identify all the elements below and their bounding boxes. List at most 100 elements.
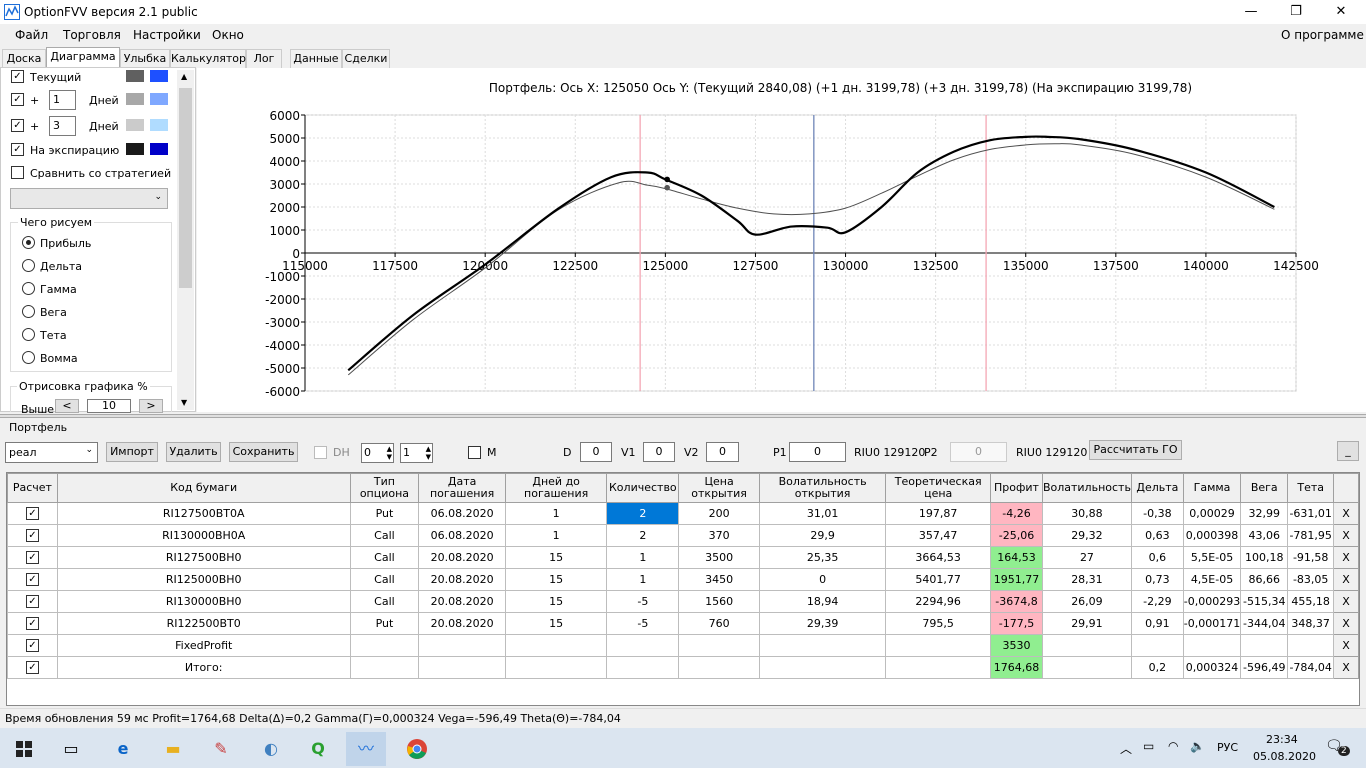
current-color-swatch[interactable] xyxy=(126,70,144,82)
left-panel-scrollbar[interactable]: ▲ ▼ xyxy=(177,70,194,410)
table-cell[interactable]: 29,9 xyxy=(758,524,887,547)
table-cell[interactable]: 795,5 xyxy=(885,612,992,635)
table-cell[interactable]: 32,99 xyxy=(1240,502,1289,525)
table-row[interactable]: ✓ RI130000BH0A Call 06.08.2020 1 2 370 29,9 357,… xyxy=(7,524,1359,547)
table-cell[interactable]: 0,000398 xyxy=(1182,524,1242,547)
days1-color-swatch[interactable] xyxy=(126,93,144,105)
table-cell[interactable]: 3500 xyxy=(678,546,760,569)
table-cell[interactable]: 1 xyxy=(606,546,680,569)
menu-trade[interactable]: Торговля xyxy=(63,28,121,42)
scrollbar-thumb[interactable] xyxy=(179,88,192,288)
spinner-icon[interactable]: ▲ ▼ xyxy=(387,445,392,461)
table-cell[interactable]: 3450 xyxy=(678,568,760,591)
table-cell[interactable]: -631,01 xyxy=(1287,502,1335,525)
radio-profit[interactable] xyxy=(22,236,35,249)
table-cell[interactable]: 06.08.2020 xyxy=(418,502,506,525)
table-cell[interactable]: 100,18 xyxy=(1240,546,1289,569)
table-cell[interactable]: RI125000BH0 xyxy=(56,568,351,591)
column-header[interactable]: Тета xyxy=(1287,473,1335,503)
delete-button[interactable]: Удалить xyxy=(166,442,221,462)
column-header[interactable]: Волатильность xyxy=(1041,473,1132,503)
paint-app-icon[interactable]: ✎ xyxy=(201,732,241,766)
table-cell[interactable] xyxy=(1240,634,1289,657)
table-cell[interactable]: RI130000BH0 xyxy=(56,590,351,613)
table-cell[interactable]: Put xyxy=(349,612,420,635)
percent-input[interactable]: 10 xyxy=(87,399,131,413)
table-cell[interactable]: -25,06 xyxy=(990,524,1043,547)
table-cell[interactable] xyxy=(349,634,420,657)
menu-settings[interactable]: Настройки xyxy=(133,28,201,42)
table-cell[interactable]: 20.08.2020 xyxy=(418,590,506,613)
table-cell[interactable]: 1951,77 xyxy=(990,568,1043,591)
radio-delta[interactable] xyxy=(22,259,35,272)
table-cell[interactable]: -3674,8 xyxy=(990,590,1043,613)
table-cell[interactable] xyxy=(606,634,680,657)
table-cell[interactable]: -784,04 xyxy=(1287,656,1335,679)
table-row[interactable]: ✓ RI122500BT0 Put 20.08.2020 15 -5 760 29,39 795… xyxy=(7,612,1359,635)
table-cell[interactable]: 06.08.2020 xyxy=(418,524,506,547)
tab-diagram[interactable]: Диаграмма xyxy=(46,47,120,68)
plus-days1-checkbox[interactable]: ✓ xyxy=(11,93,24,106)
table-cell[interactable] xyxy=(504,656,608,679)
table-cell[interactable]: 5401,77 xyxy=(885,568,992,591)
palette-app-icon[interactable]: ◐ xyxy=(251,732,291,766)
table-cell[interactable]: -2,29 xyxy=(1130,590,1184,613)
decrease-button[interactable]: < xyxy=(55,399,79,413)
table-row[interactable]: ✓ RI127500BH0 Call 20.08.2020 15 1 3500 25,35 36… xyxy=(7,546,1359,569)
strategy-select[interactable]: ⌄ xyxy=(10,188,168,209)
delete-row-button[interactable]: X xyxy=(1333,656,1359,679)
task-view-icon[interactable]: ▭ xyxy=(51,732,91,766)
table-cell[interactable]: 197,87 xyxy=(885,502,992,525)
clock-date[interactable]: 05.08.2020 xyxy=(1253,750,1316,763)
table-row[interactable]: ✓ RI125000BH0 Call 20.08.2020 15 1 3450 0 5401,7… xyxy=(7,568,1359,591)
tab-data[interactable]: Данные xyxy=(290,49,342,68)
table-cell[interactable] xyxy=(758,656,887,679)
table-cell[interactable]: RI122500BT0 xyxy=(56,612,351,635)
table-cell[interactable]: 1 xyxy=(504,502,608,525)
table-cell[interactable]: 26,09 xyxy=(1041,590,1132,613)
days1-input[interactable]: 1 xyxy=(49,90,76,110)
table-cell[interactable]: 20.08.2020 xyxy=(418,546,506,569)
delete-row-button[interactable]: X xyxy=(1333,546,1359,569)
table-cell[interactable]: 5,5E-05 xyxy=(1182,546,1242,569)
column-header[interactable]: Теоретическая цена xyxy=(885,473,992,503)
table-cell[interactable]: 2 xyxy=(606,502,680,525)
table-cell[interactable] xyxy=(1041,656,1132,679)
table-cell[interactable]: 29,32 xyxy=(1041,524,1132,547)
edge-browser-icon[interactable]: e xyxy=(103,732,143,766)
row-calc-checkbox[interactable]: ✓ xyxy=(25,595,39,609)
row-calc-checkbox-cell[interactable]: ✓ xyxy=(7,634,58,657)
minimize-button[interactable]: — xyxy=(1228,0,1274,24)
tab-deals[interactable]: Сделки xyxy=(342,49,390,68)
table-cell[interactable]: 20.08.2020 xyxy=(418,568,506,591)
column-header[interactable] xyxy=(1333,473,1359,503)
column-header[interactable]: Гамма xyxy=(1182,473,1242,503)
table-cell[interactable] xyxy=(885,656,992,679)
delete-row-button[interactable]: X xyxy=(1333,590,1359,613)
payoff-chart[interactable]: Портфель: Ось X: 125050 Ось Y: (Текущий … xyxy=(197,68,1366,412)
table-cell[interactable]: -0,000293 xyxy=(1182,590,1242,613)
table-cell[interactable] xyxy=(418,634,506,657)
table-row[interactable]: ✓ RI127500BT0A Put 06.08.2020 1 2 200 31,01 197,… xyxy=(7,502,1359,525)
tab-board[interactable]: Доска xyxy=(2,49,46,68)
wifi-icon[interactable]: ◠ xyxy=(1168,739,1178,753)
table-cell[interactable]: 164,53 xyxy=(990,546,1043,569)
table-cell[interactable]: Call xyxy=(349,546,420,569)
table-cell[interactable] xyxy=(418,656,506,679)
row-calc-checkbox-cell[interactable]: ✓ xyxy=(7,546,58,569)
file-explorer-icon[interactable]: ▬ xyxy=(153,732,193,766)
row-calc-checkbox-cell[interactable]: ✓ xyxy=(7,524,58,547)
table-cell[interactable]: 31,01 xyxy=(758,502,887,525)
table-cell[interactable] xyxy=(678,656,760,679)
import-button[interactable]: Импорт xyxy=(106,442,158,462)
table-cell[interactable]: 18,94 xyxy=(758,590,887,613)
table-cell[interactable]: -83,05 xyxy=(1287,568,1335,591)
table-cell[interactable]: -515,34 xyxy=(1240,590,1289,613)
menu-file[interactable]: Файл xyxy=(15,28,48,42)
spin1-input[interactable]: 0 ▲ ▼ xyxy=(361,443,394,463)
table-cell[interactable]: 86,66 xyxy=(1240,568,1289,591)
table-cell[interactable] xyxy=(885,634,992,657)
spinner-icon[interactable]: ▲ ▼ xyxy=(426,445,431,461)
plus-days2-checkbox[interactable]: ✓ xyxy=(11,119,24,132)
expiry-color-swatch[interactable] xyxy=(126,143,144,155)
